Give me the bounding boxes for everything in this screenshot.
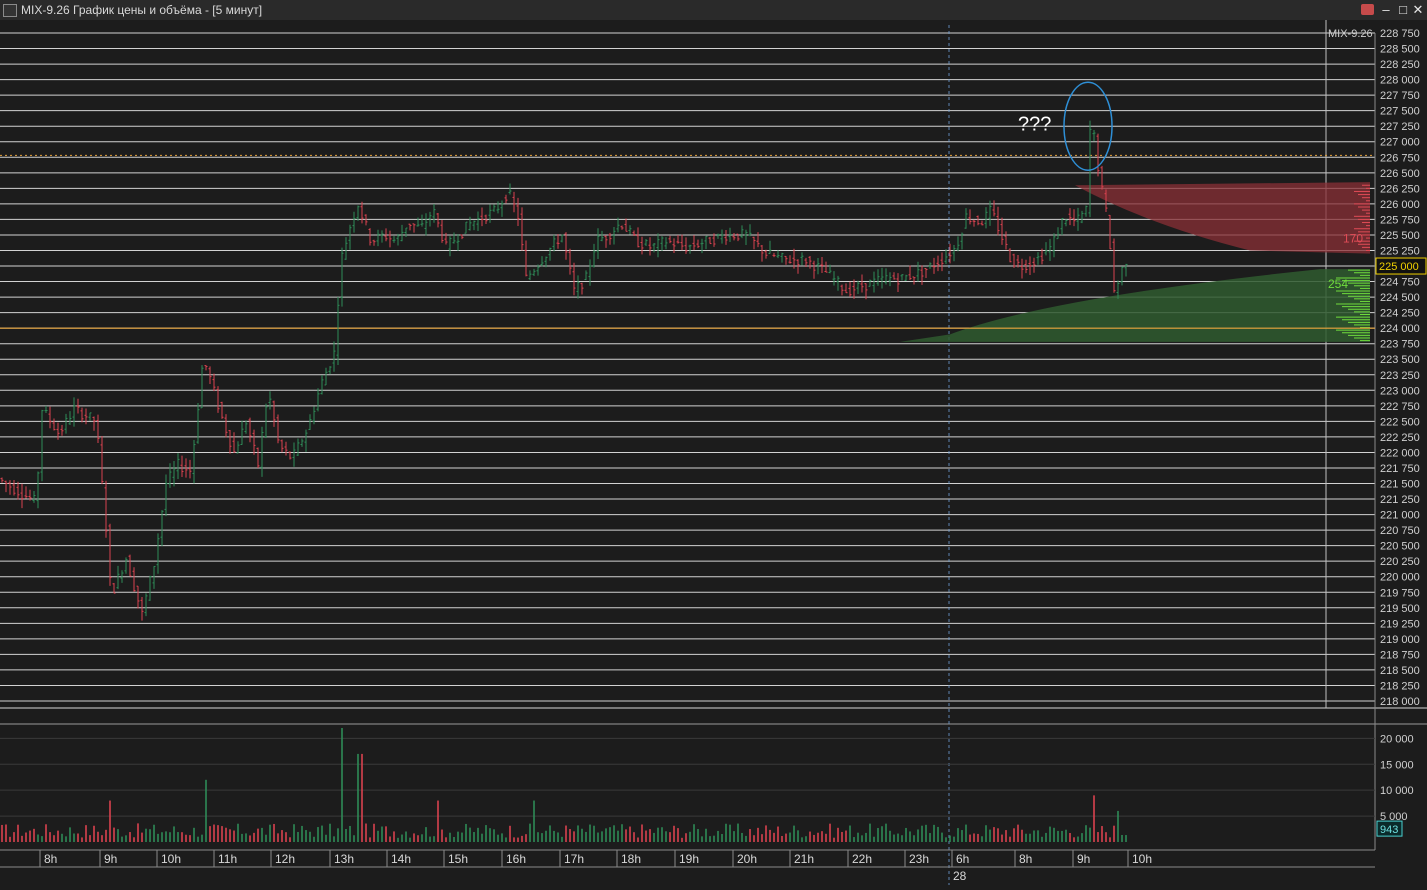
- instrument-label: MIX-9.26: [1328, 28, 1373, 40]
- y-tick-label: 228 250: [1380, 59, 1420, 71]
- y-tick-label: 225 500: [1380, 230, 1420, 242]
- y-tick-label: 219 000: [1380, 634, 1420, 646]
- y-tick-label: 222 750: [1380, 401, 1420, 413]
- y-tick-label: 224 250: [1380, 308, 1420, 320]
- time-tick-label: 9h: [1077, 852, 1090, 866]
- y-tick-label: 228 000: [1380, 75, 1420, 87]
- y-tick-label: 224 500: [1380, 292, 1420, 304]
- y-tick-label: 220 000: [1380, 572, 1420, 584]
- time-tick-label: 15h: [448, 852, 468, 866]
- chart-area[interactable]: 218 000 218 250 218 500 218 750 219 000 219 2…: [0, 20, 1427, 885]
- time-tick-label: 19h: [679, 852, 699, 866]
- y-tick-label: 222 250: [1380, 432, 1420, 444]
- volume-tick-label: 15 000: [1380, 759, 1414, 771]
- y-tick-label: 228 500: [1380, 44, 1420, 56]
- y-tick-label: 227 000: [1380, 137, 1420, 149]
- time-tick-label: 12h: [275, 852, 295, 866]
- price-volume-chart[interactable]: 218 000 218 250 218 500 218 750 219 000 219 2…: [0, 20, 1427, 885]
- close-button[interactable]: ✕: [1409, 1, 1427, 19]
- y-tick-label: 225 750: [1380, 214, 1420, 226]
- time-tick-label: 8h: [1019, 852, 1032, 866]
- y-tick-label: 221 000: [1380, 510, 1420, 522]
- y-tick-label: 223 250: [1380, 370, 1420, 382]
- y-tick-label: 219 250: [1380, 618, 1420, 630]
- y-tick-label: 228 750: [1380, 28, 1420, 40]
- time-tick-label: 14h: [391, 852, 411, 866]
- time-tick-label: 23h: [909, 852, 929, 866]
- time-tick-label: 17h: [564, 852, 584, 866]
- y-tick-label: 226 750: [1380, 152, 1420, 164]
- y-tick-label: 223 000: [1380, 385, 1420, 397]
- y-tick-label: 222 500: [1380, 416, 1420, 428]
- y-tick-label: 218 750: [1380, 649, 1420, 661]
- time-tick-label: 11h: [218, 852, 237, 866]
- time-tick-label: 10h: [161, 852, 181, 866]
- volume-last-label: 943: [1380, 824, 1398, 836]
- y-tick-label: 219 500: [1380, 603, 1420, 615]
- time-tick-label: 10h: [1132, 852, 1152, 866]
- time-tick-label: 9h: [104, 852, 117, 866]
- y-tick-label: 224 000: [1380, 323, 1420, 335]
- time-tick-label: 13h: [334, 852, 354, 866]
- y-tick-label: 220 500: [1380, 541, 1420, 553]
- y-tick-label: 224 750: [1380, 277, 1420, 289]
- window-title: MIX-9.26 График цены и объёма - [5 минут…: [21, 3, 263, 17]
- time-tick-label: 8h: [44, 852, 57, 866]
- volume-tick-label: 10 000: [1380, 785, 1414, 797]
- y-tick-label: 220 750: [1380, 525, 1420, 537]
- y-tick-label: 218 500: [1380, 665, 1420, 677]
- y-tick-label: 226 500: [1380, 168, 1420, 180]
- y-tick-label: 222 000: [1380, 447, 1420, 459]
- y-tick-label: 221 500: [1380, 479, 1420, 491]
- y-tick-label: 227 500: [1380, 106, 1420, 118]
- day-label: 28: [953, 869, 967, 883]
- y-tick-label: 223 750: [1380, 339, 1420, 351]
- profile-lower-label: 254: [1328, 277, 1348, 291]
- time-tick-label: 21h: [794, 852, 814, 866]
- y-tick-label: 226 250: [1380, 183, 1420, 195]
- current-price-label: 225 000: [1379, 261, 1419, 273]
- annotation-text: ???: [1018, 114, 1051, 136]
- time-tick-label: 18h: [621, 852, 641, 866]
- profile-upper-label: 170: [1343, 231, 1363, 245]
- y-tick-label: 225 250: [1380, 245, 1420, 257]
- y-tick-label: 227 750: [1380, 90, 1420, 102]
- y-tick-label: 226 000: [1380, 199, 1420, 211]
- time-tick-label: 20h: [737, 852, 757, 866]
- time-tick-label: 6h: [956, 852, 969, 866]
- time-tick-label: 22h: [852, 852, 872, 866]
- y-tick-label: 223 500: [1380, 354, 1420, 366]
- y-tick-label: 227 250: [1380, 121, 1420, 133]
- chart-app-icon: [3, 4, 17, 17]
- y-tick-label: 220 250: [1380, 556, 1420, 568]
- pin-icon[interactable]: [1361, 4, 1374, 15]
- volume-tick-label: 20 000: [1380, 733, 1414, 745]
- y-tick-label: 221 250: [1380, 494, 1420, 506]
- time-tick-label: 16h: [506, 852, 526, 866]
- minimize-button[interactable]: –: [1377, 1, 1395, 19]
- y-tick-label: 221 750: [1380, 463, 1420, 475]
- y-tick-label: 218 000: [1380, 696, 1420, 708]
- y-tick-label: 218 250: [1380, 680, 1420, 692]
- window-titlebar: MIX-9.26 График цены и объёма - [5 минут…: [0, 0, 1427, 21]
- y-tick-label: 219 750: [1380, 587, 1420, 599]
